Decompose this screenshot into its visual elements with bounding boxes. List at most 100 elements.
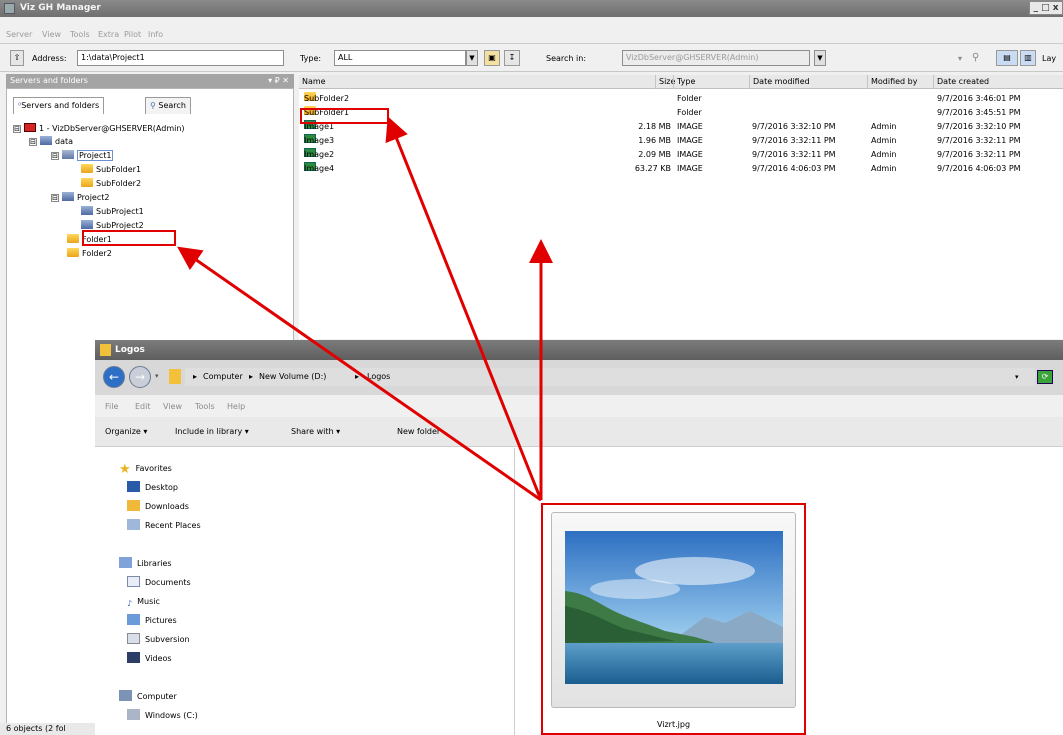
window-controls[interactable]: _ □ x [1029, 1, 1063, 15]
layout-icon[interactable]: ▥ [1020, 50, 1036, 66]
nav-windows-c[interactable]: Windows (C:) [127, 708, 198, 724]
menu-server[interactable]: Server [6, 30, 32, 39]
explorer-command-bar: Organize ▾ Include in library ▾ Share wi… [95, 417, 1063, 447]
sort-icon[interactable]: ↧ [504, 50, 520, 66]
tree-item-label: Folder2 [82, 249, 112, 258]
column-date-created[interactable]: Date created [933, 75, 1063, 89]
breadcrumb-separator: ▸ [249, 372, 254, 381]
address-input[interactable]: 1:\data\Project1 [77, 50, 284, 66]
collapse-icon[interactable]: ⊟ [51, 194, 59, 202]
nav-downloads[interactable]: Downloads [127, 499, 189, 515]
breadcrumb-logos[interactable]: Logos [367, 368, 390, 386]
type-select[interactable]: ALL [334, 50, 466, 66]
folder-icon [67, 234, 79, 243]
collapse-icon[interactable]: ⊟ [51, 152, 59, 160]
refresh-icon[interactable]: ⟳ [1037, 370, 1053, 384]
include-in-library-button[interactable]: Include in library ▾ [175, 427, 249, 436]
tree-item-server[interactable]: ⊟ 1 - VizDbServer@GHSERVER(Admin) [13, 122, 185, 135]
pane-controls[interactable]: ▾ ₽ ✕ [268, 74, 289, 88]
menu-info[interactable]: Info [148, 30, 163, 39]
search-icon[interactable]: ⚲ [972, 52, 979, 63]
nav-recent-places[interactable]: Recent Places [127, 518, 201, 534]
nav-videos[interactable]: Videos [127, 651, 172, 667]
column-size[interactable]: Size [655, 75, 675, 89]
recent-places-icon [127, 519, 140, 530]
view-folder-icon[interactable]: ▣ [484, 50, 500, 66]
column-modified-by[interactable]: Modified by [867, 75, 933, 89]
search-in-select[interactable]: VizDbServer@GHSERVER(Admin) [622, 50, 810, 66]
up-folder-button[interactable]: ⇧ [10, 50, 24, 66]
list-item[interactable]: SubFolder2 Folder 9/7/2016 3:46:01 PM [299, 92, 1063, 105]
list-item-size: 63.27 KB [634, 164, 671, 173]
forward-arrow-icon[interactable]: → [129, 366, 151, 388]
column-name[interactable]: Name [299, 75, 655, 89]
menu-tools[interactable]: Tools [195, 402, 215, 411]
search-dropdown-icon[interactable]: ▾ [958, 54, 962, 63]
back-arrow-icon[interactable]: ← [103, 366, 125, 388]
nav-desktop[interactable]: Desktop [127, 480, 178, 496]
breadcrumb-new-volume[interactable]: New Volume (D:) [259, 368, 326, 386]
collapse-icon[interactable]: ⊟ [13, 125, 21, 133]
nav-libraries[interactable]: Libraries [119, 556, 172, 572]
column-type[interactable]: Type [673, 75, 749, 89]
type-dropdown-arrow[interactable]: ▼ [466, 50, 478, 66]
menu-view[interactable]: View [42, 30, 61, 39]
address-dropdown-icon[interactable]: ▾ [1015, 368, 1019, 386]
nav-favorites[interactable]: ★ Favorites [119, 461, 172, 477]
column-date-modified[interactable]: Date modified [749, 75, 867, 89]
list-item[interactable]: Image2 2.09 MB IMAGE 9/7/2016 3:32:11 PM… [299, 148, 1063, 161]
nav-documents[interactable]: Documents [127, 575, 191, 591]
list-item-type: IMAGE [677, 122, 703, 131]
menu-tools[interactable]: Tools [70, 30, 90, 39]
tree-item-label: Project1 [77, 150, 114, 161]
tree-item-folder2[interactable]: Folder2 [67, 247, 112, 260]
menu-extra[interactable]: Extra [98, 30, 119, 39]
tree-item-subproject1[interactable]: SubProject1 [81, 205, 144, 218]
breadcrumb[interactable]: ▸ Computer ▸ New Volume (D:) ▸ Logos ▾ [185, 368, 1035, 386]
nav-subversion[interactable]: Subversion [127, 632, 190, 648]
search-in-dropdown-arrow[interactable]: ▼ [814, 50, 826, 66]
new-folder-button[interactable]: New folder [397, 427, 440, 436]
list-item[interactable]: Image3 1.96 MB IMAGE 9/7/2016 3:32:11 PM… [299, 134, 1063, 147]
list-item-modified: 9/7/2016 3:32:11 PM [752, 136, 836, 145]
menu-help[interactable]: Help [227, 402, 245, 411]
list-item-modified-by: Admin [871, 136, 897, 145]
list-item-type: IMAGE [677, 136, 703, 145]
organize-button[interactable]: Organize ▾ [105, 427, 147, 436]
servers-and-folders-header: Servers and folders ▾ ₽ ✕ [6, 74, 294, 88]
breadcrumb-separator: ▸ [193, 372, 198, 381]
tab-servers-and-folders[interactable]: ⁰Servers and folders [13, 97, 105, 114]
star-icon: ★ [119, 462, 131, 477]
collapse-icon[interactable]: ⊟ [29, 138, 37, 146]
list-item-size: 2.18 MB [638, 122, 671, 131]
list-item-modified-by: Admin [871, 164, 897, 173]
project-icon [81, 206, 93, 215]
tree-item-project1[interactable]: ⊟ Project1 [51, 149, 114, 162]
layout-label[interactable]: Lay [1042, 54, 1056, 63]
navigation-pane: ★ Favorites Desktop Downloads Recent Plac… [95, 448, 515, 735]
tree-item-data[interactable]: ⊟ data [29, 135, 73, 148]
tree-item-label: SubFolder2 [96, 179, 142, 188]
tree-item-subfolder2[interactable]: SubFolder2 [81, 177, 141, 190]
menu-pilot[interactable]: Pilot [124, 30, 141, 39]
nav-computer[interactable]: Computer [119, 689, 177, 705]
details-view-icon[interactable]: ▤ [996, 50, 1018, 66]
breadcrumb-computer[interactable]: Computer [203, 368, 243, 386]
menu-edit[interactable]: Edit [135, 402, 151, 411]
list-item[interactable]: SubFolder1 Folder 9/7/2016 3:45:51 PM [299, 106, 1063, 119]
share-with-button[interactable]: Share with ▾ [291, 427, 340, 436]
tree-item-subfolder1[interactable]: SubFolder1 [81, 163, 141, 176]
menu-view[interactable]: View [163, 402, 182, 411]
tree-item-project2[interactable]: ⊟ Project2 [51, 191, 109, 204]
history-dropdown-icon[interactable]: ▾ [155, 372, 159, 380]
list-item[interactable]: Image4 63.27 KB IMAGE 9/7/2016 4:06:03 P… [299, 162, 1063, 175]
menu-file[interactable]: File [105, 402, 118, 411]
nav-music[interactable]: ♪ Music [127, 594, 160, 610]
tab-search[interactable]: ⚲ Search [145, 97, 191, 114]
list-item[interactable]: Image1 2.18 MB IMAGE 9/7/2016 3:32:10 PM… [299, 120, 1063, 133]
list-item-modified: 9/7/2016 3:32:11 PM [752, 150, 836, 159]
tab-search-label: Search [158, 101, 186, 110]
nav-pictures[interactable]: Pictures [127, 613, 177, 629]
file-thumbnail-vizrt[interactable] [551, 512, 796, 708]
server-icon [24, 123, 36, 132]
